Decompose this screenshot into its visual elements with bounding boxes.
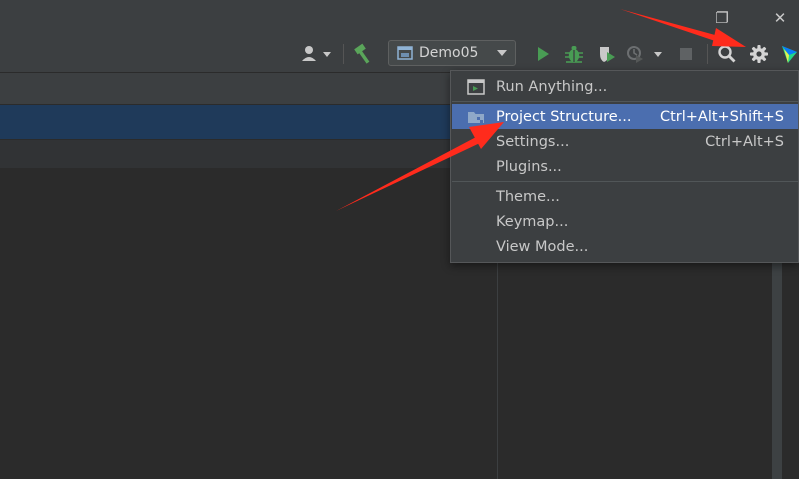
menu-item-settings[interactable]: Settings... Ctrl+Alt+S [452, 129, 798, 154]
toolbar-separator [707, 44, 708, 64]
menu-separator [452, 181, 798, 182]
menu-item-label: Settings... [496, 133, 570, 150]
selected-tree-row[interactable] [0, 105, 450, 139]
run-anything-icon [466, 77, 486, 97]
vertical-scrollbar[interactable] [772, 262, 782, 479]
run-configuration-selector[interactable]: Demo05 [388, 40, 516, 66]
project-structure-folder-icon [466, 107, 486, 127]
debug-bug-icon[interactable] [562, 42, 586, 66]
menu-item-label: View Mode... [496, 238, 589, 255]
menu-item-label: Plugins... [496, 158, 562, 175]
toolbar-separator [343, 44, 344, 64]
menu-item-run-anything[interactable]: Run Anything... [452, 74, 798, 99]
menu-item-label: Keymap... [496, 213, 569, 230]
run-with-coverage-icon[interactable] [595, 42, 619, 66]
menu-separator [452, 101, 798, 102]
run-configuration-label: Demo05 [419, 45, 479, 61]
stop-icon[interactable] [676, 42, 696, 66]
menu-item-label: Project Structure... [496, 108, 632, 125]
search-icon[interactable] [715, 42, 739, 66]
editor-divider [497, 262, 498, 479]
menu-item-label: Run Anything... [496, 78, 608, 95]
close-window-icon[interactable]: ✕ [768, 6, 792, 30]
application-config-icon [397, 46, 413, 60]
run-icon[interactable] [532, 42, 554, 66]
settings-popup-menu: Run Anything... Project Structure... Ctr… [450, 70, 799, 263]
menu-item-project-structure[interactable]: Project Structure... Ctrl+Alt+Shift+S [452, 104, 798, 129]
menu-item-keymap[interactable]: Keymap... [452, 209, 798, 234]
menu-item-shortcut: Ctrl+Alt+Shift+S [659, 108, 784, 125]
tree-row[interactable] [0, 140, 450, 168]
build-hammer-icon[interactable] [350, 42, 376, 66]
title-bar: ❐ ✕ [0, 0, 799, 36]
menu-item-shortcut: Ctrl+Alt+S [705, 133, 784, 150]
gear-icon[interactable] [747, 42, 771, 66]
jetbrains-toolbox-icon[interactable] [779, 42, 799, 66]
account-icon[interactable] [300, 42, 336, 66]
restore-window-icon[interactable]: ❐ [710, 6, 734, 30]
menu-item-plugins[interactable]: Plugins... [452, 154, 798, 179]
menu-item-view-mode[interactable]: View Mode... [452, 234, 798, 259]
main-toolbar: Demo05 [0, 36, 799, 73]
chevron-down-icon [497, 50, 507, 56]
menu-item-label: Theme... [496, 188, 560, 205]
menu-item-theme[interactable]: Theme... [452, 184, 798, 209]
profiler-menu-icon[interactable] [625, 42, 667, 66]
